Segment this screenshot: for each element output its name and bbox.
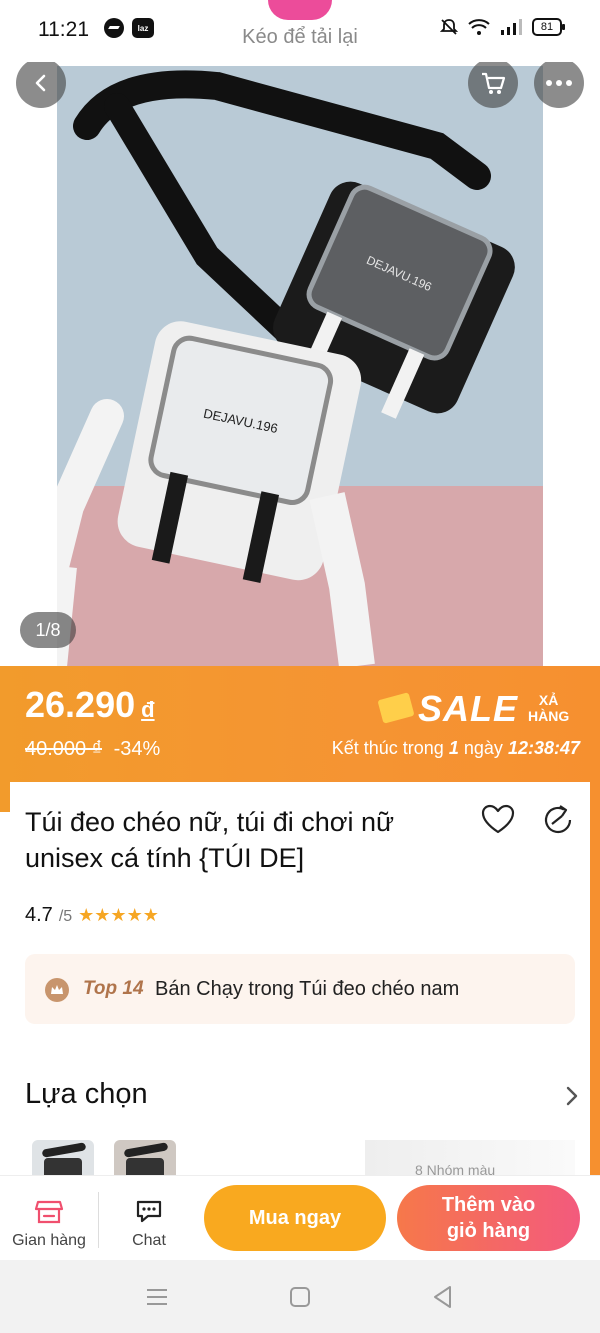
chat-icon — [136, 1200, 162, 1223]
rating-stars: ★★★★★ — [78, 905, 159, 925]
store-label: Gian hàng — [12, 1232, 86, 1249]
original-price-row: 40.000 ₫ -34% — [25, 738, 160, 761]
chevron-right-icon[interactable] — [562, 1082, 582, 1110]
rating-value: 4.7 — [25, 904, 53, 926]
sale-sub-line1: XẢ — [538, 692, 559, 708]
countdown-time: 12:38:47 — [507, 738, 580, 758]
crown-icon — [45, 978, 69, 1002]
sale-countdown: Kết thúc trong 1 ngày 12:38:47 — [332, 738, 580, 759]
chevron-left-icon — [35, 74, 46, 92]
pull-refresh-indicator — [268, 0, 332, 20]
banner-edge-right — [590, 782, 600, 1180]
more-options-button[interactable] — [534, 62, 584, 108]
countdown-days-unit: ngày — [463, 738, 503, 758]
product-info-card: Túi đeo chéo nữ, túi đi chơi nữ unisex c… — [10, 782, 590, 1180]
menu-icon[interactable] — [144, 1284, 170, 1310]
product-image-gallery[interactable]: DEJAVU.196 DEJAVU.196 1/8 — [0, 62, 600, 666]
option-thumbnail[interactable] — [32, 1140, 94, 1180]
option-thumbnail[interactable] — [114, 1140, 176, 1180]
signal-icon — [501, 19, 522, 35]
add-to-cart-button[interactable]: Thêm vào giỏ hàng — [397, 1185, 580, 1251]
price-banner: 26.290 đ 40.000 ₫ -34% SALE XẢ HÀNG Kết t… — [0, 666, 600, 782]
system-navigation-bar — [0, 1260, 600, 1333]
top-rank-text: Bán Chạy trong Túi đeo chéo nam — [155, 978, 460, 1000]
current-price-value: 26.290 — [25, 684, 136, 725]
options-title: Lựa chọn — [25, 1078, 148, 1110]
store-icon — [34, 1200, 64, 1224]
store-button[interactable]: Gian hàng — [0, 1190, 98, 1254]
heart-icon[interactable] — [480, 802, 516, 838]
back-nav-icon[interactable] — [430, 1284, 456, 1310]
sale-sub-line2: HÀNG — [528, 708, 570, 724]
option-thumbnails — [32, 1140, 176, 1180]
rating[interactable]: 4.7 /5 ★★★★★ — [25, 904, 159, 927]
top-rank: Top 14 — [83, 978, 144, 999]
countdown-label: Kết thúc trong — [331, 738, 444, 758]
product-title: Túi đeo chéo nữ, túi đi chơi nữ unisex c… — [25, 807, 395, 873]
buy-now-button[interactable]: Mua ngay — [204, 1185, 386, 1251]
image-counter: 1/8 — [20, 612, 76, 648]
rating-max: /5 — [58, 908, 73, 925]
share-icon[interactable] — [540, 802, 576, 838]
currency-symbol: đ — [141, 697, 155, 722]
chat-button[interactable]: Chat — [100, 1190, 198, 1254]
add-to-cart-line2: giỏ hàng — [446, 1220, 531, 1242]
bestseller-rank-box[interactable]: Top 14 Bán Chạy trong Túi đeo chéo nam — [25, 954, 575, 1024]
status-bar: 11:21 laz Kéo để tải lại 81 — [0, 0, 600, 62]
home-icon[interactable] — [287, 1284, 313, 1310]
product-photo: DEJAVU.196 DEJAVU.196 — [57, 66, 543, 666]
current-price: 26.290 đ — [25, 684, 155, 726]
sale-subtitle: XẢ HÀNG — [528, 692, 569, 724]
banner-edge-left — [0, 782, 10, 812]
discount-badge: -34% — [113, 738, 161, 760]
mute-icon — [440, 19, 458, 35]
cart-icon — [482, 72, 506, 94]
system-status-icons: 81 — [440, 18, 565, 36]
sale-tag-icon — [377, 692, 415, 724]
original-price: 40.000 ₫ — [25, 738, 102, 760]
more-horizontal-icon — [546, 80, 572, 86]
sale-word: SALE — [418, 688, 519, 729]
add-to-cart-line1: Thêm vào — [441, 1194, 536, 1216]
bottom-action-bar: Gian hàng Chat Mua ngay Thêm vào giỏ hàn… — [0, 1175, 600, 1260]
battery-icon: 81 — [532, 18, 565, 36]
chat-label: Chat — [132, 1232, 166, 1249]
divider — [98, 1192, 99, 1248]
sale-logo: SALE XẢ HÀNG — [377, 688, 584, 732]
wifi-icon — [468, 19, 490, 35]
countdown-days: 1 — [448, 738, 459, 758]
